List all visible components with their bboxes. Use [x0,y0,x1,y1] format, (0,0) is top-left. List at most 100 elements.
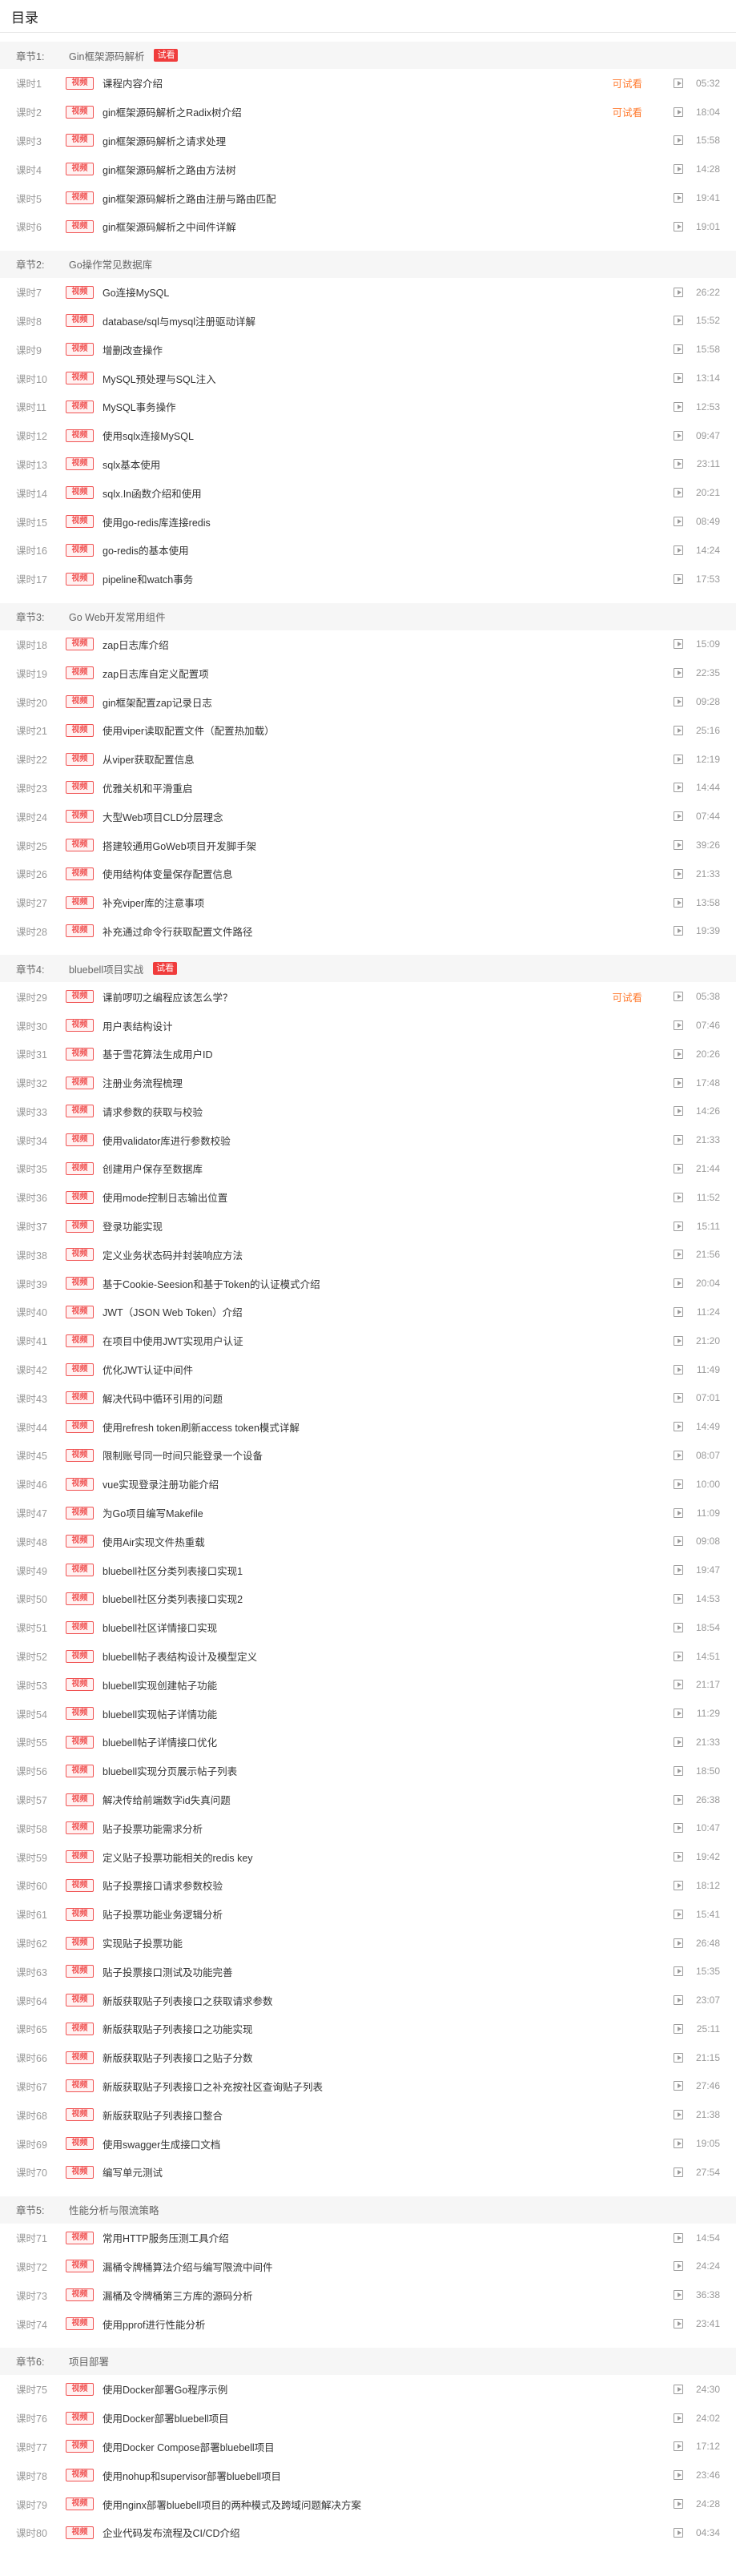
lesson-title[interactable]: 定义贴子投票功能相关的redis key [103,1849,253,1865]
lesson-title[interactable]: 用户表结构设计 [103,1018,173,1033]
lesson-row[interactable]: 课时29 视频 课前啰叨之编程应该怎么学？ 可试看 05:38 [0,982,736,1011]
play-icon[interactable] [674,459,683,469]
play-icon[interactable] [674,2023,683,2034]
play-icon[interactable] [674,2441,683,2452]
lesson-row[interactable]: 课时5 视频 gin框架源码解析之路由注册与路由匹配 19:41 [0,183,736,212]
lesson-row[interactable]: 课时75 视频 使用Docker部署Go程序示例 24:30 [0,2375,736,2404]
preview-link[interactable]: 可试看 [612,75,642,91]
lesson-row[interactable]: 课时77 视频 使用Docker Compose部署bluebell项目 17:12 [0,2433,736,2461]
lesson-title[interactable]: 使用viper读取配置文件（配置热加载） [103,722,275,738]
lesson-row[interactable]: 课时27 视频 补充viper库的注意事项 13:58 [0,888,736,917]
play-icon[interactable] [674,2499,683,2510]
play-icon[interactable] [674,193,683,203]
chapter-header[interactable]: 章节1: Gin框架源码解析 试看 [0,42,736,69]
lesson-row[interactable]: 课时21 视频 使用viper读取配置文件（配置热加载） 25:16 [0,716,736,745]
lesson-row[interactable]: 课时24 视频 大型Web项目CLD分层理念 07:44 [0,802,736,831]
lesson-title[interactable]: 使用nohup和supervisor部署bluebell项目 [103,2468,281,2483]
lesson-row[interactable]: 课时46 视频 vue实现登录注册功能介绍 10:00 [0,1470,736,1499]
play-icon[interactable] [674,2110,683,2120]
lesson-title[interactable]: gin框架源码解析之请求处理 [103,133,226,148]
lesson-row[interactable]: 课时80 视频 企业代码发布流程及CI/CD介绍 04:34 [0,2518,736,2547]
play-icon[interactable] [674,1422,683,1432]
lesson-row[interactable]: 课时48 视频 使用Air实现文件热重载 09:08 [0,1527,736,1556]
play-icon[interactable] [674,697,683,707]
lesson-row[interactable]: 课时2 视频 gin框架源码解析之Radix树介绍 可试看 18:04 [0,98,736,127]
lesson-title[interactable]: 课程内容介绍 [103,75,163,91]
lesson-title[interactable]: 使用refresh token刷新access token模式详解 [103,1419,300,1435]
lesson-row[interactable]: 课时66 视频 新版获取贴子列表接口之贴子分数 21:15 [0,2043,736,2072]
lesson-title[interactable]: 限制账号同一时间只能登录一个设备 [103,1447,263,1463]
play-icon[interactable] [674,783,683,793]
play-icon[interactable] [674,2232,683,2243]
play-icon[interactable] [674,1651,683,1661]
play-icon[interactable] [674,1507,683,1518]
lesson-row[interactable]: 课时73 视频 漏桶及令牌桶第三方库的源码分析 36:38 [0,2280,736,2309]
lesson-title[interactable]: 优化JWT认证中间件 [103,1362,193,1377]
lesson-row[interactable]: 课时16 视频 go-redis的基本使用 14:24 [0,536,736,565]
play-icon[interactable] [674,2470,683,2481]
lesson-title[interactable]: 创建用户保存至数据库 [103,1161,203,1176]
play-icon[interactable] [674,1536,683,1547]
lesson-title[interactable]: 解决代码中循环引用的问题 [103,1391,223,1406]
play-icon[interactable] [674,1364,683,1375]
lesson-title[interactable]: bluebell实现分页展示帖子列表 [103,1763,237,1778]
lesson-title[interactable]: bluebell社区分类列表接口实现1 [103,1563,243,1578]
play-icon[interactable] [674,725,683,735]
play-icon[interactable] [674,754,683,764]
lesson-title[interactable]: gin框架源码解析之路由方法树 [103,162,236,177]
play-icon[interactable] [674,2527,683,2538]
lesson-title[interactable]: 课前啰叨之编程应该怎么学？ [103,989,233,1004]
lesson-title[interactable]: pipeline和watch事务 [103,571,193,586]
play-icon[interactable] [674,1250,683,1260]
play-icon[interactable] [674,430,683,441]
play-icon[interactable] [674,2290,683,2300]
lesson-row[interactable]: 课时19 视频 zap日志库自定义配置项 22:35 [0,658,736,687]
lesson-row[interactable]: 课时42 视频 优化JWT认证中间件 11:49 [0,1355,736,1384]
lesson-title[interactable]: 补充通过命令行获取配置文件路径 [103,924,253,939]
lesson-title[interactable]: 贴子投票接口测试及功能完善 [103,1964,233,1979]
lesson-title[interactable]: vue实现登录注册功能介绍 [103,1476,219,1491]
lesson-row[interactable]: 课时39 视频 基于Cookie-Seesion和基于Token的认证模式介绍 20:… [0,1269,736,1298]
play-icon[interactable] [674,1565,683,1576]
play-icon[interactable] [674,1221,683,1231]
lesson-title[interactable]: 优雅关机和平滑重启 [103,780,193,795]
lesson-title[interactable]: bluebell实现创建帖子功能 [103,1677,217,1693]
lesson-title[interactable]: sqlx.In函数介绍和使用 [103,485,202,501]
play-icon[interactable] [674,1794,683,1805]
play-icon[interactable] [674,221,683,231]
lesson-title[interactable]: 使用go-redis库连接redis [103,514,211,529]
lesson-title[interactable]: 编写单元测试 [103,2164,163,2180]
play-icon[interactable] [674,1077,683,1088]
play-icon[interactable] [674,574,683,584]
play-icon[interactable] [674,2052,683,2063]
lesson-row[interactable]: 课时10 视频 MySQL预处理与SQL注入 13:14 [0,364,736,392]
lesson-row[interactable]: 课时54 视频 bluebell实现帖子详情功能 11:29 [0,1699,736,1728]
play-icon[interactable] [674,1163,683,1173]
lesson-title[interactable]: Go连接MySQL [103,284,169,300]
lesson-title[interactable]: 常用HTTP服务压测工具介绍 [103,2230,229,2245]
play-icon[interactable] [674,1049,683,1059]
play-icon[interactable] [674,401,683,412]
lesson-row[interactable]: 课时15 视频 使用go-redis库连接redis 08:49 [0,507,736,536]
lesson-title[interactable]: MySQL预处理与SQL注入 [103,371,216,386]
lesson-title[interactable]: go-redis的基本使用 [103,542,189,557]
lesson-title[interactable]: sqlx基本使用 [103,457,160,472]
lesson-title[interactable]: 从viper获取配置信息 [103,751,195,767]
lesson-row[interactable]: 课时14 视频 sqlx.In函数介绍和使用 20:21 [0,478,736,507]
play-icon[interactable] [674,1880,683,1890]
lesson-row[interactable]: 课时18 视频 zap日志库介绍 15:09 [0,630,736,659]
lesson-title[interactable]: 搭建较通用GoWeb项目开发脚手架 [103,838,256,853]
lesson-title[interactable]: bluebell帖子详情接口优化 [103,1734,217,1749]
lesson-row[interactable]: 课时57 视频 解决传给前端数字id失真问题 26:38 [0,1785,736,1814]
lesson-title[interactable]: 补充viper库的注意事项 [103,895,204,910]
preview-link[interactable]: 可试看 [612,989,642,1004]
lesson-title[interactable]: 使用Air实现文件热重载 [103,1534,205,1549]
lesson-title[interactable]: gin框架源码解析之路由注册与路由匹配 [103,191,276,206]
preview-link[interactable]: 可试看 [612,104,642,119]
lesson-title[interactable]: 使用sqlx连接MySQL [103,428,194,443]
lesson-row[interactable]: 课时63 视频 贴子投票接口测试及功能完善 15:35 [0,1957,736,1986]
play-icon[interactable] [674,344,683,355]
lesson-title[interactable]: zap日志库自定义配置项 [103,666,209,681]
lesson-title[interactable]: 使用nginx部署bluebell项目的两种模式及跨域问题解决方案 [103,2497,361,2512]
lesson-row[interactable]: 课时30 视频 用户表结构设计 07:46 [0,1011,736,1040]
